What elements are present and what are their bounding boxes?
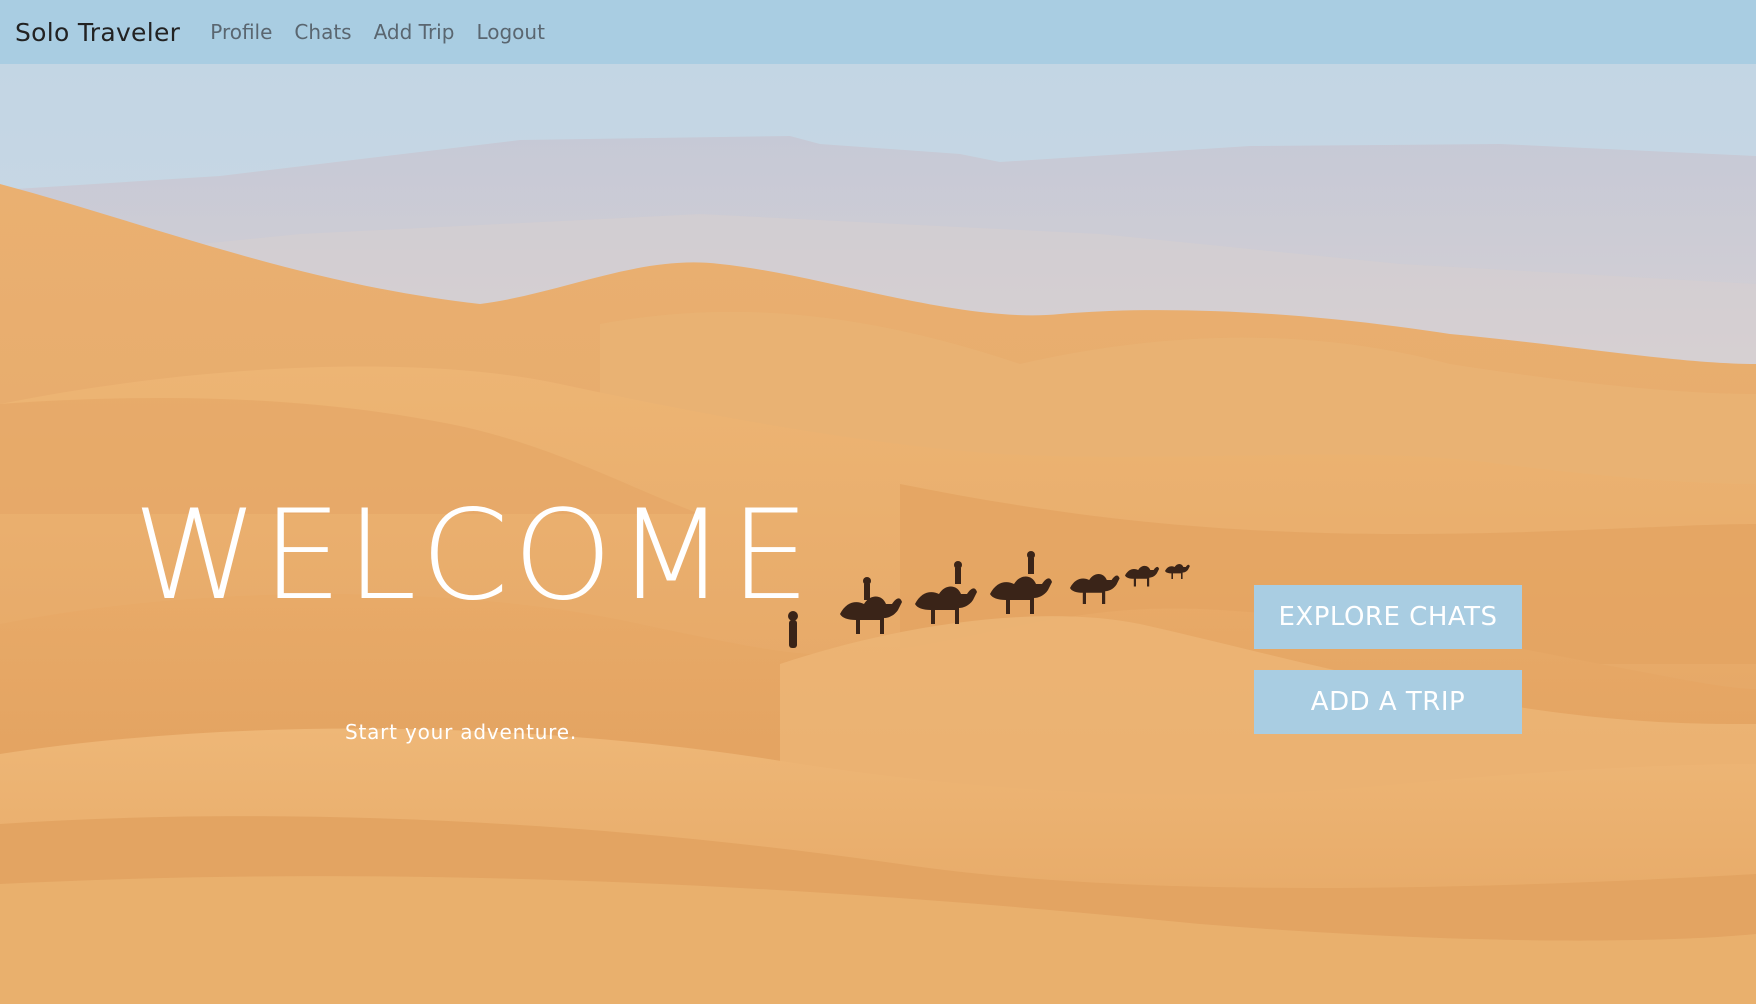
nav-link-logout[interactable]: Logout	[476, 20, 544, 44]
nav-link-add-trip[interactable]: Add Trip	[374, 20, 455, 44]
welcome-heading: WELCOME	[132, 484, 814, 628]
top-navbar: Solo Traveler Profile Chats Add Trip Log…	[0, 0, 1756, 64]
hero-section: WELCOME Start your adventure. EXPLORE CH…	[0, 64, 1756, 1004]
explore-chats-button[interactable]: EXPLORE CHATS	[1254, 585, 1522, 649]
page: Solo Traveler Profile Chats Add Trip Log…	[0, 0, 1756, 1004]
nav-link-chats[interactable]: Chats	[294, 20, 351, 44]
add-a-trip-button[interactable]: ADD A TRIP	[1254, 670, 1522, 734]
hero-tagline: Start your adventure.	[344, 720, 578, 744]
nav-link-profile[interactable]: Profile	[210, 20, 272, 44]
brand-logo-text[interactable]: Solo Traveler	[15, 18, 180, 47]
